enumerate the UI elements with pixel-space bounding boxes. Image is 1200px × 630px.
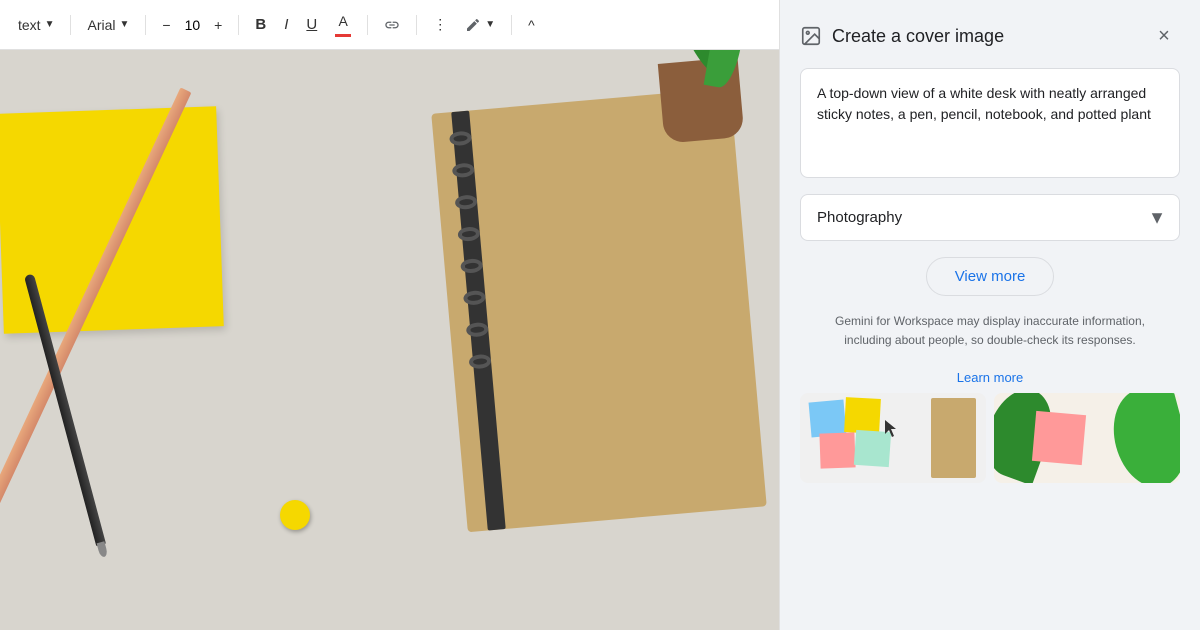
plant-leaf-2 [704,50,749,90]
ring-8 [468,354,491,370]
thumbnail-2[interactable] [994,393,1180,483]
sidebar-title-text: Create a cover image [832,26,1004,47]
ring-1 [449,130,472,146]
text-style-label: text [18,17,41,33]
thumb1-note-yellow [844,397,881,434]
text-color-bar [335,34,351,37]
document-image-area [0,50,779,630]
thumbnail-1[interactable] [800,393,986,483]
italic-button[interactable]: I [278,12,294,37]
learn-more-link[interactable]: Learn more [800,370,1180,385]
pen-arrow-icon: ▼ [485,19,495,30]
link-icon [384,17,400,33]
font-size-controls: − 10 + [156,13,228,37]
style-dropdown-wrapper: Photography Illustration Abstract Waterc… [800,194,1180,241]
thumb1-note-green [854,430,891,467]
ring-3 [455,194,478,210]
ring-5 [460,258,483,274]
thumb2-sticky-note [1032,411,1086,465]
image-thumbnails-grid [780,393,1200,503]
font-color-label: A [339,13,348,29]
close-icon: × [1158,25,1170,48]
notebook-element [431,88,766,533]
notebook-rings [449,130,508,509]
create-cover-sidebar: Create a cover image × Photography Illus… [780,0,1200,630]
editor-toolbar: text ▼ Arial ▼ − 10 + B I U A [0,0,779,50]
toolbar-separator-1 [70,15,71,35]
font-size-increase-button[interactable]: + [208,13,228,37]
more-options-button[interactable]: ⋮ [427,12,453,37]
editor-panel: text ▼ Arial ▼ − 10 + B I U A [0,0,780,630]
toolbar-separator-5 [416,15,417,35]
plant-pot [658,57,745,144]
pushpin-element [280,500,310,530]
font-family-selector[interactable]: Arial ▼ [81,13,135,37]
thumb1-notebook [931,398,976,478]
toolbar-separator-2 [145,15,146,35]
text-style-arrow-icon: ▼ [45,19,55,30]
bold-button[interactable]: B [249,12,272,37]
pen-button[interactable]: ▼ [459,13,501,37]
sidebar-content-area: Photography Illustration Abstract Waterc… [780,68,1200,385]
ring-7 [466,322,489,338]
font-arrow-icon: ▼ [120,19,130,30]
font-size-value: 10 [185,17,201,33]
link-button[interactable] [378,13,406,37]
ring-6 [463,290,486,306]
toolbar-separator-4 [367,15,368,35]
thumb1-note-pink [819,433,855,469]
expand-button[interactable]: ^ [522,13,541,37]
font-size-decrease-button[interactable]: − [156,13,176,37]
toolbar-separator-6 [511,15,512,35]
text-style-selector[interactable]: text ▼ [12,13,60,37]
sidebar-title-group: Create a cover image [800,25,1004,47]
view-more-button[interactable]: View more [926,257,1055,296]
style-dropdown[interactable]: Photography Illustration Abstract Waterc… [800,194,1180,241]
ring-4 [457,226,480,242]
disclaimer-text: Gemini for Workspace may display inaccur… [800,312,1180,350]
text-color-button[interactable]: A [329,9,357,41]
create-image-icon [800,25,822,47]
desk-scene [0,50,779,630]
sidebar-header: Create a cover image × [780,0,1200,68]
font-family-label: Arial [87,17,115,33]
pen-icon [465,17,481,33]
ring-2 [452,162,475,178]
pen-tip [97,541,109,558]
image-prompt-textarea[interactable] [800,68,1180,178]
thumb2-leaf-right [1103,393,1180,483]
underline-button[interactable]: U [300,12,323,37]
close-sidebar-button[interactable]: × [1148,20,1180,52]
toolbar-separator-3 [238,15,239,35]
